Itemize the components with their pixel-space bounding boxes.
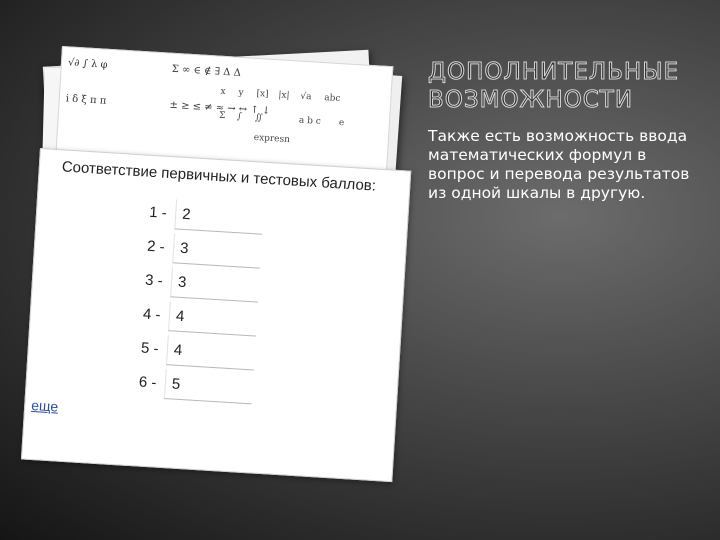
- formula-template[interactable]: [x]: [256, 89, 269, 100]
- formula-template[interactable]: |x|: [278, 90, 290, 101]
- score-value-input[interactable]: [163, 369, 254, 405]
- slide-body-text: Также есть возможность ввода математичес…: [428, 127, 690, 202]
- more-link[interactable]: еще: [31, 397, 59, 415]
- score-value-input[interactable]: [165, 335, 256, 371]
- formula-template[interactable]: Σ: [219, 111, 226, 121]
- score-row-label: 6 -: [138, 373, 157, 392]
- formula-template[interactable]: a b c: [299, 116, 321, 127]
- formula-template[interactable]: abc: [324, 93, 341, 104]
- score-conversion-card: Соответствие первичных и тестовых баллов…: [20, 148, 412, 483]
- formula-template[interactable]: y: [238, 88, 244, 98]
- score-value-input[interactable]: [170, 267, 260, 303]
- formula-template[interactable]: ∬: [255, 113, 263, 123]
- formula-symbols-row[interactable]: Σ ∞ ∈ ∉ ∃ Δ Δ: [171, 64, 241, 79]
- score-value-input[interactable]: [168, 301, 258, 337]
- formula-template[interactable]: e: [339, 118, 345, 128]
- score-value-input[interactable]: [174, 199, 264, 235]
- score-row-label: 3 -: [144, 271, 164, 290]
- formula-symbols-row[interactable]: √∂ ∫ λ φ: [68, 57, 108, 70]
- score-row-label: 2 -: [146, 237, 166, 256]
- score-row-label: 1 -: [148, 203, 168, 222]
- score-value-input[interactable]: [172, 233, 262, 269]
- formula-template[interactable]: expresn: [253, 133, 290, 145]
- slide-title: ДОПОЛНИТЕЛЬНЫЕ ВОЗМОЖНОСТИ: [428, 59, 680, 114]
- formula-template-grid: x y [x] |x| √a abc Σ ∫ ∬ a b c e expresn: [217, 87, 361, 161]
- formula-template[interactable]: x: [220, 87, 226, 97]
- score-row-label: 4 -: [142, 305, 162, 324]
- formula-template[interactable]: ∫: [237, 112, 242, 122]
- presentation-slide: √∂ ∫ λ φ i δ ξ π π Σ ∞ ∈ ∉ ∃ Δ Δ ± ≥ ≤ ≠…: [0, 0, 720, 540]
- score-row-label: 5 -: [140, 339, 159, 358]
- formula-symbols-row[interactable]: i δ ξ π π: [65, 93, 106, 106]
- formula-template[interactable]: √a: [300, 92, 312, 103]
